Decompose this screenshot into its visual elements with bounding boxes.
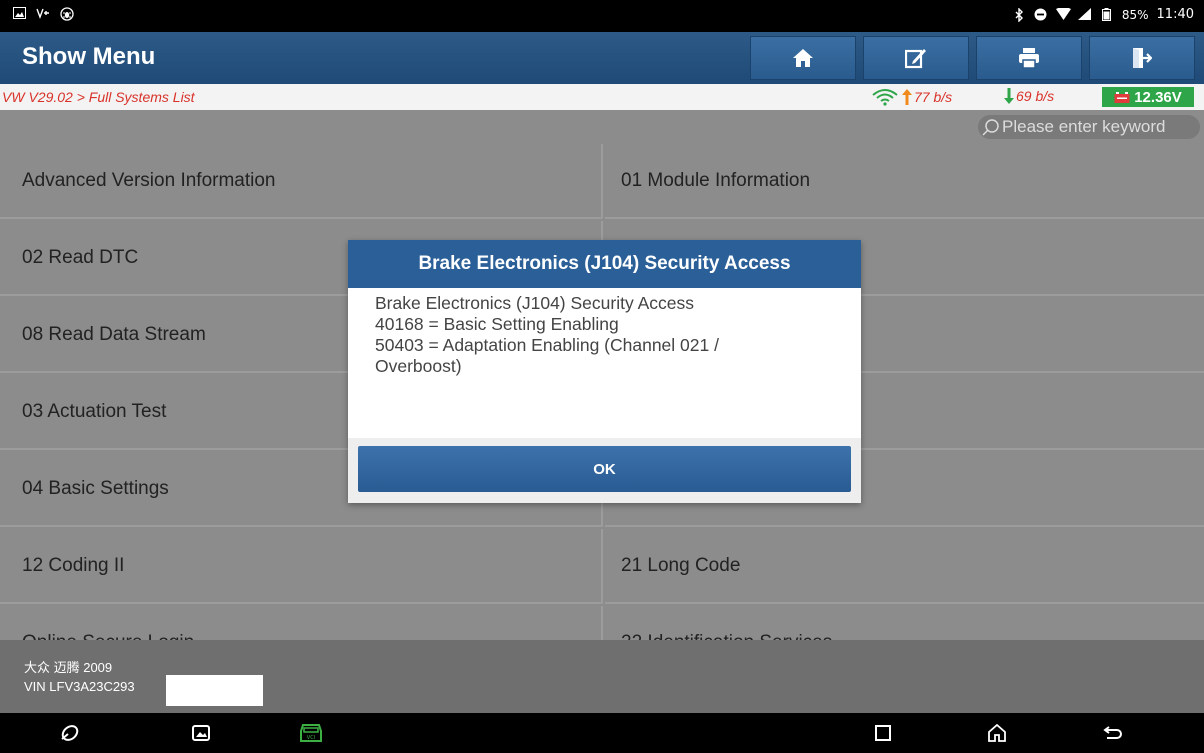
menu-item-online-secure-login[interactable]: Online Secure Login [0,606,603,640]
vin-redaction [166,675,263,706]
print-button[interactable] [976,36,1082,80]
dialog-line: 40168 = Basic Setting Enabling [375,314,619,334]
dialog-message: Brake Electronics (J104) Security Access… [375,293,825,377]
download-indicator: 69 b/s [1004,88,1054,104]
exit-button[interactable] [1089,36,1195,80]
dialog-line: Brake Electronics (J104) Security Access [375,293,695,313]
report-button[interactable] [863,36,969,80]
cell-signal-icon [1078,7,1092,22]
square-icon [875,725,891,741]
breadcrumb: VW V29.02 > Full Systems List [2,89,195,105]
car-battery-icon [1114,91,1130,103]
status-bar: 85% 11:40 [0,0,1204,32]
print-icon [1019,48,1039,69]
recents-button[interactable] [869,721,897,745]
download-arrow-icon [1004,88,1014,104]
bug-icon [60,7,74,21]
dialog-button-bar: OK [348,438,861,503]
upload-rate: 77 b/s [914,89,953,105]
exit-icon [1133,48,1152,68]
search-row: Please enter keyword [0,110,1204,144]
breadcrumb-bar: VW V29.02 > Full Systems List 77 b/s 69 … [0,84,1204,110]
home-outline-icon [988,724,1006,742]
search-placeholder: Please enter keyword [1002,117,1166,136]
gallery-notification-icon [12,7,26,21]
svg-text:VCI: VCI [307,735,315,741]
upload-indicator: 77 b/s [870,88,952,106]
download-rate: 69 b/s [1016,88,1055,104]
system-nav-bar: VCI [0,713,1204,753]
voltage-value: 12.36V [1134,88,1182,106]
clock: 11:40 [1156,7,1194,22]
bluetooth-icon [1012,6,1026,23]
home-button[interactable] [750,36,856,80]
do-not-disturb-icon [1034,8,1048,22]
browser-nav-button[interactable] [56,721,84,745]
wifi-signal-icon [872,89,898,106]
back-button[interactable] [1099,721,1127,745]
vci-icon: VCI [300,724,322,742]
search-icon [982,119,999,136]
dialog-line: Overboost) [375,356,462,376]
usb-debug-icon [36,7,50,21]
security-access-dialog: Brake Electronics (J104) Security Access… [348,240,861,503]
app-header: Show Menu [0,32,1204,84]
vehicle-info-footer: 大众 迈腾 2009 VIN LFV3A23C293 [0,640,1204,713]
menu-item-long-code[interactable]: 21 Long Code [605,529,1204,604]
menu-item-coding-ii[interactable]: 12 Coding II [0,529,603,604]
dialog-line: 50403 = Adaptation Enabling (Channel 021… [375,335,719,355]
ok-button[interactable]: OK [358,446,851,492]
dialog-title: Brake Electronics (J104) Security Access [348,240,861,288]
menu-item-advanced-version-information[interactable]: Advanced Version Information [0,144,603,219]
edit-note-icon [905,49,926,69]
vci-nav-button[interactable]: VCI [297,721,325,745]
back-arrow-icon [1103,726,1122,739]
wifi-icon [1055,6,1071,22]
home-nav-button[interactable] [983,721,1011,745]
voltage-badge: 12.36V [1102,87,1194,107]
upload-arrow-icon [902,89,912,105]
menu-item-identification-services[interactable]: 22 Identification Services [605,606,1204,640]
battery-percent: 85% [1121,7,1149,22]
image-icon [192,725,210,741]
vehicle-model: 大众 迈腾 2009 [24,660,113,675]
loop-icon [61,725,79,741]
search-input[interactable]: Please enter keyword [978,115,1200,139]
page-title: Show Menu [22,43,156,70]
battery-icon [1100,7,1114,22]
home-icon [793,49,813,67]
vin-number: VIN LFV3A23C293 [24,679,135,694]
menu-item-module-information[interactable]: 01 Module Information [605,144,1204,219]
gallery-nav-button[interactable] [187,721,215,745]
